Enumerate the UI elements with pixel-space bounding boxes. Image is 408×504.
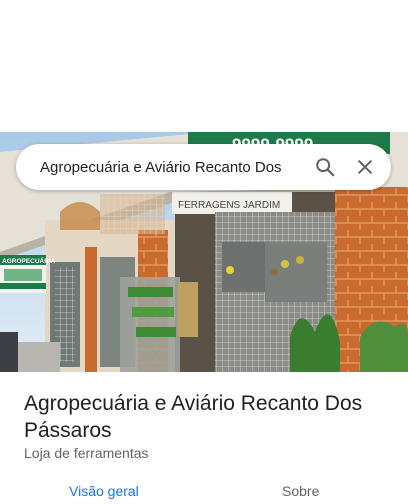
awning-sign-text: FERRAGENS JARDIM [178,200,280,211]
tab-overview[interactable]: Visão geral [69,483,139,499]
search-bar[interactable]: Agropecuária e Aviário Recanto Dos [16,144,391,190]
tab-about[interactable]: Sobre [282,483,319,499]
close-icon[interactable] [345,144,385,190]
search-input[interactable]: Agropecuária e Aviário Recanto Dos [40,159,305,176]
storefront-sign-text: AGROPECUÁRIA [2,256,56,265]
place-name: Agropecuária e Aviário Recanto Dos Pássa… [24,392,363,442]
search-icon[interactable] [305,144,345,190]
place-category: Loja de ferramentas [24,445,149,461]
